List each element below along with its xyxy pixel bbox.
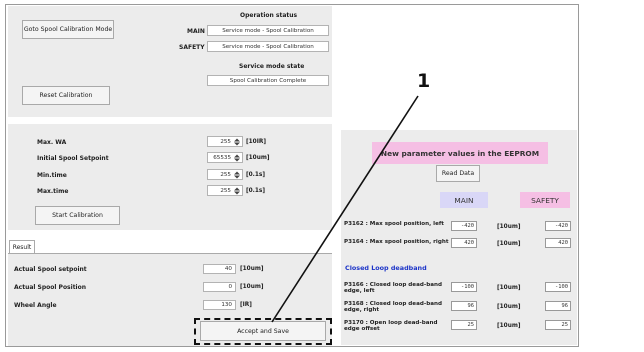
goto-spool-calibration-button[interactable]: Goto Spool Calibration Mode	[22, 20, 114, 39]
p3164-label: P3164 : Max spool position, right	[344, 239, 449, 245]
start-calibration-button[interactable]: Start Calibration	[35, 206, 120, 225]
service-mode-title: Service mode state	[239, 63, 305, 70]
min-time-unit: [0.1s]	[246, 172, 266, 178]
callout-number: 1	[417, 70, 431, 92]
initial-spool-setpoint-label: Initial Spool Setpoint	[37, 155, 109, 162]
service-mode-value: Spool Calibration Complete	[207, 75, 329, 86]
initial-spool-setpoint-value: 65535	[213, 154, 231, 161]
min-time-spinner[interactable]: 255	[207, 169, 243, 180]
read-data-button[interactable]: Read Data	[436, 165, 480, 182]
p3168-unit: [10um]	[497, 304, 521, 310]
main-status-label: MAIN	[187, 28, 205, 35]
actual-spool-position-label: Actual Spool Position	[14, 284, 87, 291]
p3164-main-value: 420	[451, 238, 477, 248]
p3166-unit: [10um]	[497, 285, 521, 291]
actual-spool-position-unit: [10um]	[240, 284, 264, 290]
p3162-main-value: -420	[451, 221, 477, 231]
spin-arrows-icon[interactable]	[232, 137, 241, 146]
wheel-angle-value: 130	[203, 300, 236, 310]
p3162-safety-value: -420	[545, 221, 571, 231]
wheel-angle-unit: [IR]	[240, 302, 252, 308]
max-time-unit: [0.1s]	[246, 188, 266, 194]
p3164-unit: [10um]	[497, 241, 521, 247]
p3166-safety-value: -100	[545, 282, 571, 292]
actual-spool-setpoint-label: Actual Spool setpoint	[14, 266, 87, 273]
spin-arrows-icon[interactable]	[232, 153, 241, 162]
safety-column-header: SAFETY	[520, 192, 570, 208]
main-status-value: Service mode - Spool Calibration	[207, 25, 329, 36]
safety-status-label: SAFETY	[179, 44, 205, 51]
max-wa-unit: [10IR]	[246, 139, 266, 145]
min-time-label: Min.time	[37, 172, 67, 179]
p3170-label: P3170 : Open loop dead-band edge offset	[344, 320, 438, 333]
max-time-value: 255	[220, 187, 231, 194]
p3170-unit: [10um]	[497, 323, 521, 329]
initial-spool-setpoint-unit: [10um]	[246, 155, 270, 161]
p3170-main-value: 25	[451, 320, 477, 330]
p3168-label: P3168 : Closed loop dead-band edge, righ…	[344, 301, 442, 314]
p3168-safety-value: 96	[545, 301, 571, 311]
p3162-label: P3162 : Max spool position, left	[344, 221, 444, 227]
max-wa-spinner[interactable]: 255	[207, 136, 243, 147]
p3162-unit: [10um]	[497, 224, 521, 230]
actual-spool-setpoint-value: 40	[203, 264, 236, 274]
p3168-main-value: 96	[451, 301, 477, 311]
deadband-section-title: Closed Loop deadband	[345, 264, 427, 272]
result-tab[interactable]: Result	[9, 240, 35, 253]
spin-arrows-icon[interactable]	[232, 186, 241, 195]
p3166-main-value: -100	[451, 282, 477, 292]
eeprom-title: New parameter values in the EEPROM	[372, 142, 548, 164]
max-time-label: Max.time	[37, 188, 69, 195]
reset-calibration-button[interactable]: Reset Calibration	[22, 86, 110, 105]
main-column-header: MAIN	[440, 192, 488, 208]
max-wa-value: 255	[220, 138, 231, 145]
safety-status-value: Service mode - Spool Calibration	[207, 41, 329, 52]
p3170-safety-value: 25	[545, 320, 571, 330]
initial-spool-setpoint-spinner[interactable]: 65535	[207, 152, 243, 163]
p3166-label: P3166 : Closed loop dead-band edge, left	[344, 282, 442, 295]
actual-spool-setpoint-unit: [10um]	[240, 266, 264, 272]
max-time-spinner[interactable]: 255	[207, 185, 243, 196]
spin-arrows-icon[interactable]	[232, 170, 241, 179]
min-time-value: 255	[220, 171, 231, 178]
wheel-angle-label: Wheel Angle	[14, 302, 57, 309]
max-wa-label: Max. WA	[37, 139, 67, 146]
actual-spool-position-value: 0	[203, 282, 236, 292]
p3164-safety-value: 420	[545, 238, 571, 248]
accept-and-save-button[interactable]: Accept and Save	[200, 321, 326, 341]
operation-status-title: Operation status	[240, 12, 298, 19]
